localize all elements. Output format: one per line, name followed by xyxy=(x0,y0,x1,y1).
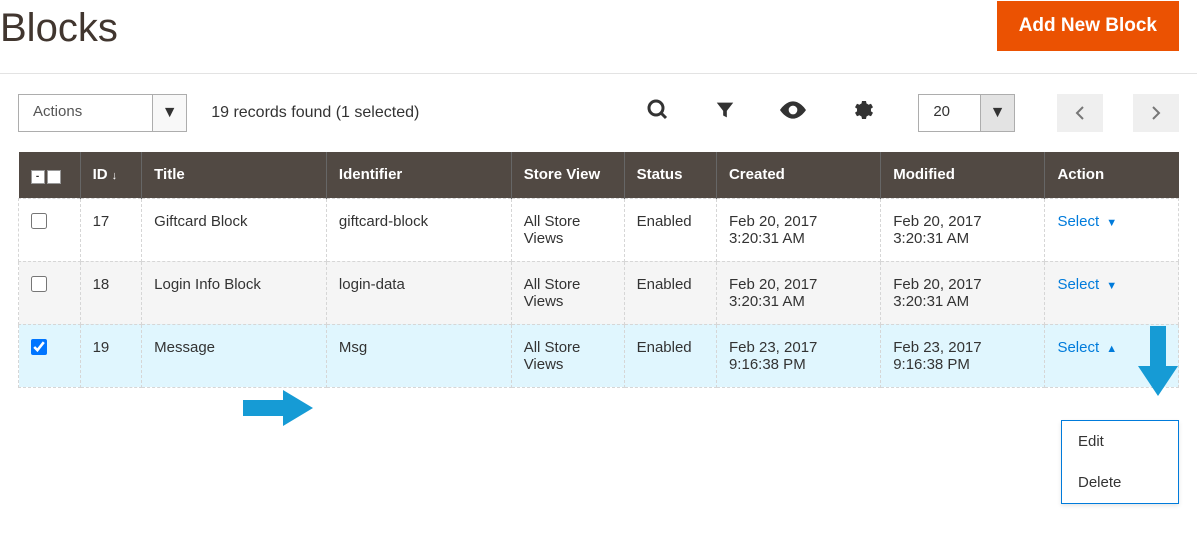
caret-down-icon[interactable]: ▼ xyxy=(980,95,1014,131)
caret-icon: ▼ xyxy=(1103,280,1117,292)
select-action-link[interactable]: Select ▲ xyxy=(1057,339,1117,356)
row-title: Giftcard Block xyxy=(142,198,327,261)
eye-icon[interactable] xyxy=(768,93,818,133)
row-modified: Feb 23, 2017 9:16:38 PM xyxy=(881,324,1045,387)
row-id: 18 xyxy=(80,261,142,324)
filter-icon[interactable] xyxy=(702,93,748,133)
caret-icon: ▼ xyxy=(1103,217,1117,229)
header-checkbox-icon[interactable]: - xyxy=(31,170,45,184)
row-title: Message xyxy=(142,324,327,387)
prev-page-button[interactable] xyxy=(1057,94,1103,132)
row-created: Feb 20, 2017 3:20:31 AM xyxy=(716,261,880,324)
select-action-link[interactable]: Select ▼ xyxy=(1057,276,1117,293)
annotation-arrow-icon xyxy=(1138,326,1178,396)
row-action: Select ▼ xyxy=(1045,261,1179,324)
caret-icon: ▲ xyxy=(1103,343,1117,355)
row-status: Enabled xyxy=(624,198,716,261)
column-modified[interactable]: Modified xyxy=(881,152,1045,198)
row-id: 17 xyxy=(80,198,142,261)
column-id[interactable]: ID↓ xyxy=(80,152,142,198)
row-status: Enabled xyxy=(624,261,716,324)
annotation-arrow-icon xyxy=(243,388,313,428)
column-status[interactable]: Status xyxy=(624,152,716,198)
row-store-view: All Store Views xyxy=(511,198,624,261)
column-store-view[interactable]: Store View xyxy=(511,152,624,198)
row-checkbox[interactable] xyxy=(31,213,47,229)
add-new-block-button[interactable]: Add New Block xyxy=(997,1,1179,51)
row-checkbox[interactable] xyxy=(31,339,47,355)
row-identifier: Msg xyxy=(326,324,511,387)
column-action: Action xyxy=(1045,152,1179,198)
column-checkbox[interactable]: - ▼ xyxy=(19,152,81,198)
row-created: Feb 20, 2017 3:20:31 AM xyxy=(716,198,880,261)
row-store-view: All Store Views xyxy=(511,324,624,387)
column-identifier[interactable]: Identifier xyxy=(326,152,511,198)
row-modified: Feb 20, 2017 3:20:31 AM xyxy=(881,198,1045,261)
row-checkbox[interactable] xyxy=(31,276,47,292)
row-id: 19 xyxy=(80,324,142,387)
action-dropdown-menu: Edit Delete xyxy=(1061,420,1179,504)
gear-icon[interactable] xyxy=(838,92,886,134)
records-count: 19 records found (1 selected) xyxy=(211,104,419,122)
column-title[interactable]: Title xyxy=(142,152,327,198)
row-checkbox-cell xyxy=(19,198,81,261)
select-action-link[interactable]: Select ▼ xyxy=(1057,213,1117,230)
actions-label: Actions xyxy=(19,95,152,131)
delete-action[interactable]: Delete xyxy=(1062,462,1178,503)
search-icon[interactable] xyxy=(634,92,682,134)
per-page-select[interactable]: 20 ▼ xyxy=(918,94,1015,132)
row-checkbox-cell xyxy=(19,261,81,324)
table-row[interactable]: 18Login Info Blocklogin-dataAll Store Vi… xyxy=(19,261,1179,324)
row-checkbox-cell xyxy=(19,324,81,387)
per-page-value: 20 xyxy=(919,95,980,131)
caret-down-icon[interactable]: ▼ xyxy=(152,95,186,131)
page-title: Blocks xyxy=(0,6,118,51)
row-identifier: login-data xyxy=(326,261,511,324)
edit-action[interactable]: Edit xyxy=(1062,421,1178,462)
row-modified: Feb 20, 2017 3:20:31 AM xyxy=(881,261,1045,324)
row-status: Enabled xyxy=(624,324,716,387)
row-created: Feb 23, 2017 9:16:38 PM xyxy=(716,324,880,387)
table-row[interactable]: 17Giftcard Blockgiftcard-blockAll Store … xyxy=(19,198,1179,261)
row-title: Login Info Block xyxy=(142,261,327,324)
column-created[interactable]: Created xyxy=(716,152,880,198)
actions-dropdown[interactable]: Actions ▼ xyxy=(18,94,187,132)
blocks-table: - ▼ ID↓ Title Identifier Store View Stat… xyxy=(18,152,1179,388)
row-action: Select ▼ xyxy=(1045,198,1179,261)
table-row[interactable]: 19MessageMsgAll Store ViewsEnabledFeb 23… xyxy=(19,324,1179,387)
row-store-view: All Store Views xyxy=(511,261,624,324)
header-checkbox-caret-icon[interactable]: ▼ xyxy=(47,170,61,184)
row-identifier: giftcard-block xyxy=(326,198,511,261)
sort-down-icon: ↓ xyxy=(112,170,118,182)
next-page-button[interactable] xyxy=(1133,94,1179,132)
